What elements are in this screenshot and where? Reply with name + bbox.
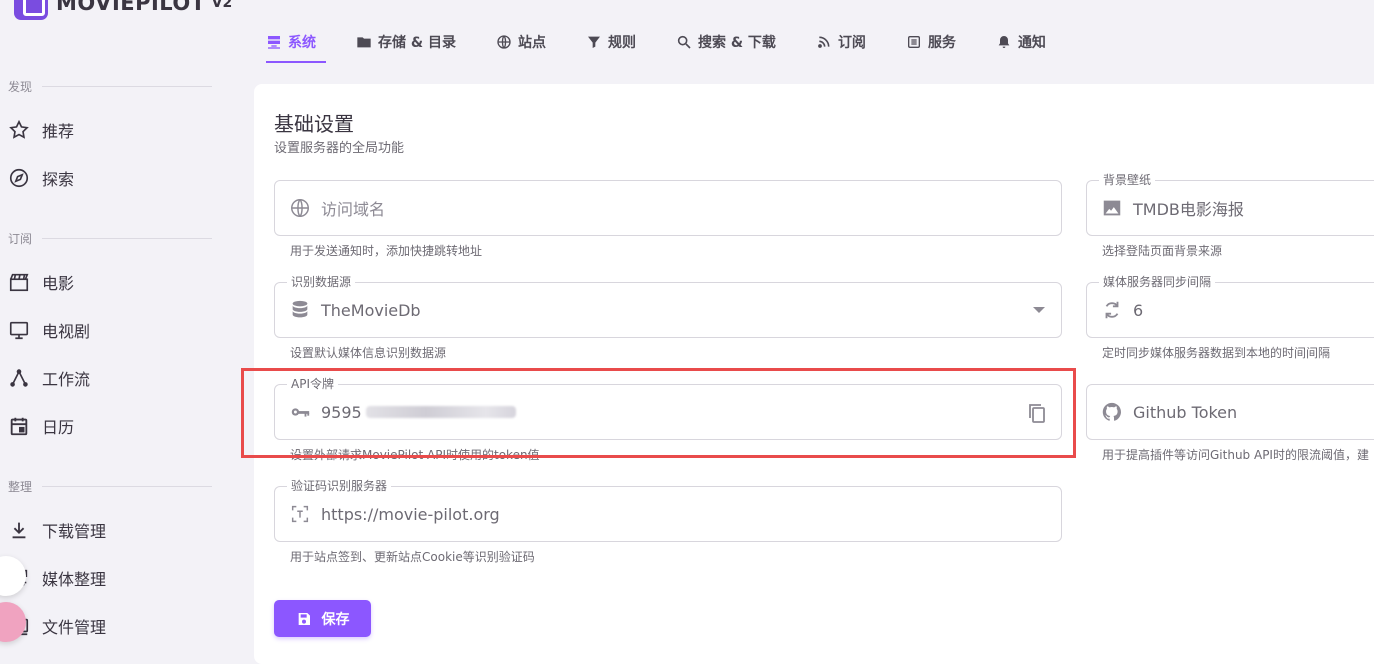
sidebar-item-label: 推荐 (42, 122, 75, 141)
moviepilot-logo-icon (14, 0, 48, 20)
section-label: 订阅 (8, 232, 33, 246)
folder-icon (357, 37, 371, 48)
tab-label: 服务 (927, 35, 956, 51)
calendar-icon (10, 417, 28, 436)
sidebar-item-label: 日历 (42, 418, 75, 437)
tab-label: 订阅 (837, 35, 866, 51)
settings-tabs: 系统 存储 & 目录 站点 规则 搜索 & 下载 订阅 服务 通知 (256, 22, 1076, 64)
tab-subscribe[interactable]: 订阅 (806, 22, 876, 62)
sidebar-item-recommend[interactable]: 推荐 (8, 110, 218, 150)
sidebar: MOVIEPILOT V2 发现 推荐 探索 订阅 电影 电视剧 工作流 日历 … (0, 0, 232, 650)
tv-icon (9, 321, 29, 340)
tab-services[interactable]: 服务 (896, 22, 966, 62)
database-icon (292, 300, 308, 318)
sync-interval-input[interactable]: 媒体服务器同步间隔 6 (1086, 274, 1374, 338)
filter-icon (587, 36, 600, 48)
datasource-value: TheMovieDb (321, 300, 421, 320)
text-recognition-icon (291, 505, 309, 523)
datasource-label: 识别数据源 (287, 274, 356, 290)
floppy-disk-icon (298, 612, 310, 625)
sidebar-item-label: 媒体整理 (42, 570, 107, 589)
sidebar-item-file-manager[interactable]: 文件管理 (8, 606, 218, 646)
domain-placeholder: 访问域名 (321, 200, 386, 219)
tab-label: 通知 (1017, 35, 1046, 51)
bell-icon (998, 36, 1010, 48)
wallpaper-label: 背景壁纸 (1099, 172, 1156, 188)
sidebar-item-explore[interactable]: 探索 (8, 158, 218, 198)
star-icon (9, 119, 29, 139)
ocr-server-input[interactable]: 验证码识别服务器 https://movie-pilot.org (274, 478, 1062, 542)
tab-label: 规则 (607, 35, 636, 51)
ocr-server-value: https://movie-pilot.org (321, 504, 500, 524)
sidebar-item-tv[interactable]: 电视剧 (8, 310, 218, 350)
sidebar-item-label: 文件管理 (42, 618, 107, 637)
rss-icon (818, 36, 830, 48)
tab-system[interactable]: 系统 (256, 22, 326, 63)
github-token-placeholder: Github Token (1133, 402, 1238, 422)
tab-sites[interactable]: 站点 (486, 22, 556, 62)
sync-interval-hint: 定时同步媒体服务器数据到本地的时间间隔 (1102, 346, 1331, 360)
save-button-label: 保存 (321, 611, 350, 628)
tab-label: 站点 (517, 35, 546, 51)
sidebar-item-downloads[interactable]: 下载管理 (8, 510, 218, 550)
wallpaper-select[interactable]: 背景壁纸 TMDB电影海报 (1086, 172, 1374, 236)
card-title: 基础设置 (274, 112, 354, 136)
section-label: 发现 (8, 80, 33, 94)
brand[interactable]: MOVIEPILOT V2 (14, 0, 232, 20)
sidebar-item-calendar[interactable]: 日历 (8, 406, 218, 446)
sidebar-item-media-organize[interactable]: 媒体整理 (8, 558, 218, 598)
annotation-highlight-box (241, 368, 1076, 458)
sidebar-item-label: 探索 (42, 170, 75, 189)
tab-label: 存储 & 目录 (378, 35, 456, 51)
github-icon (1102, 402, 1121, 421)
server-icon (268, 36, 280, 49)
save-button[interactable]: 保存 (274, 600, 371, 637)
domain-input[interactable]: 访问域名 (274, 180, 1062, 236)
ocr-server-hint: 用于站点签到、更新站点Cookie等识别验证码 (290, 550, 535, 564)
sync-interval-value: 6 (1133, 300, 1144, 320)
workflow-icon (10, 369, 28, 387)
section-discover: 发现 (8, 78, 212, 95)
tab-label: 搜索 & 下载 (697, 35, 776, 51)
sidebar-item-label: 电视剧 (42, 322, 91, 341)
github-token-hint: 用于提高插件等访问Github API时的限流阈值，建 (1102, 448, 1369, 462)
sidebar-item-workflow[interactable]: 工作流 (8, 358, 218, 398)
download-icon (12, 522, 26, 539)
section-organize: 整理 (8, 478, 212, 495)
datasource-hint: 设置默认媒体信息识别数据源 (290, 346, 447, 360)
ocr-server-label: 验证码识别服务器 (287, 478, 392, 494)
compass-icon (9, 168, 29, 188)
sync-interval-label: 媒体服务器同步间隔 (1099, 274, 1216, 290)
tab-storage[interactable]: 存储 & 目录 (346, 22, 466, 62)
tab-notifications[interactable]: 通知 (986, 22, 1056, 62)
domain-hint: 用于发送通知时，添加快捷跳转地址 (290, 244, 483, 258)
brand-name: MOVIEPILOT (56, 0, 206, 15)
sidebar-item-label: 下载管理 (42, 522, 107, 541)
section-label: 整理 (8, 480, 33, 494)
list-icon (907, 36, 920, 48)
refresh-icon (1105, 301, 1119, 319)
clapper-icon (9, 273, 29, 292)
wallpaper-value: TMDB电影海报 (1133, 200, 1244, 219)
tab-label: 系统 (288, 35, 316, 51)
globe-icon (291, 199, 309, 217)
image-icon (1103, 200, 1121, 216)
datasource-select[interactable]: 识别数据源 TheMovieDb (274, 274, 1062, 338)
search-icon (677, 35, 691, 49)
github-token-input[interactable]: Github Token (1086, 384, 1374, 440)
chevron-down-icon[interactable] (1033, 307, 1045, 313)
sidebar-item-label: 电影 (42, 274, 75, 293)
tab-rules[interactable]: 规则 (576, 22, 646, 62)
card-subtitle: 设置服务器的全局功能 (274, 141, 405, 156)
section-subscribe: 订阅 (8, 230, 212, 247)
wallpaper-hint: 选择登陆页面背景来源 (1102, 244, 1223, 258)
tab-search-download[interactable]: 搜索 & 下载 (666, 22, 786, 62)
brand-version: V2 (211, 0, 233, 11)
globe-icon (497, 35, 511, 49)
sidebar-item-movies[interactable]: 电影 (8, 262, 218, 302)
sidebar-item-label: 工作流 (42, 370, 91, 389)
